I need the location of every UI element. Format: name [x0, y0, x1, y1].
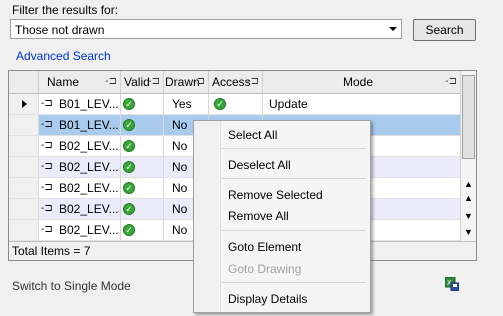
- menu-separator: [222, 230, 366, 231]
- row-selector[interactable]: [9, 199, 39, 219]
- cell-name: B02_LEV...: [59, 157, 121, 177]
- column-mode-label: Mode: [343, 75, 374, 89]
- cell-name: B02_LEV...: [59, 136, 121, 156]
- row-selector[interactable]: [9, 220, 39, 240]
- cell-valid: ✓: [121, 220, 164, 240]
- current-row-arrow-icon: [22, 100, 27, 108]
- scroll-top-icon[interactable]: ▲: [464, 179, 473, 189]
- pin-icon[interactable]: -⊐: [105, 71, 117, 93]
- filter-selected-value: Those not drawn: [15, 23, 105, 37]
- cell-access: ✓: [209, 94, 263, 114]
- cell-name: B02_LEV...: [59, 220, 121, 240]
- scroll-down-icon[interactable]: ▼: [464, 211, 473, 221]
- cell-mode: Update: [269, 97, 308, 111]
- column-header-mode[interactable]: Mode -⊐: [263, 71, 460, 93]
- pin-icon[interactable]: -⊐: [41, 157, 53, 177]
- menu-item-remove-all[interactable]: Remove All: [228, 207, 289, 225]
- column-header-valid[interactable]: Valid -⊐: [121, 71, 164, 93]
- menu-item-deselect-all[interactable]: Deselect All: [228, 156, 291, 174]
- pin-icon[interactable]: -⊐: [247, 71, 259, 93]
- valid-check-icon: ✓: [123, 98, 135, 110]
- cell-valid: ✓: [121, 136, 164, 156]
- row-selector[interactable]: [9, 178, 39, 198]
- scrollbar-thumb[interactable]: [462, 75, 475, 159]
- menu-item-remove-selected[interactable]: Remove Selected: [228, 186, 323, 204]
- valid-check-icon: ✓: [123, 119, 135, 131]
- cell-name: B02_LEV...: [59, 199, 121, 219]
- pin-icon[interactable]: -⊐: [41, 94, 53, 114]
- valid-check-icon: ✓: [123, 161, 135, 173]
- filter-label: Filter the results for:: [12, 3, 119, 17]
- column-header-name[interactable]: Name -⊐: [39, 71, 121, 93]
- pin-icon[interactable]: -⊐: [41, 220, 53, 240]
- menu-icon-gutter: [194, 121, 221, 312]
- pin-icon[interactable]: -⊐: [41, 136, 53, 156]
- menu-separator: [222, 178, 366, 179]
- vertical-scrollbar[interactable]: ▲ ▲ ▼ ▼: [460, 71, 476, 241]
- menu-item-goto-drawing: Goto Drawing: [228, 262, 302, 276]
- valid-check-icon: ✓: [123, 182, 135, 194]
- switch-mode-link[interactable]: Switch to Single Mode: [12, 279, 131, 293]
- menu-separator: [222, 282, 366, 283]
- cell-valid: ✓: [121, 94, 164, 114]
- column-header-drawn[interactable]: Drawn -⊐: [164, 71, 209, 93]
- pin-icon[interactable]: -⊐: [41, 115, 53, 135]
- table-row[interactable]: -⊐ B01_LEV... ✓ Yes ✓ Update: [9, 94, 460, 115]
- scroll-bottom-icon[interactable]: ▼: [464, 227, 473, 237]
- menu-item-goto-element[interactable]: Goto Element: [228, 238, 301, 256]
- scroll-up-icon[interactable]: ▲: [464, 193, 473, 203]
- search-button[interactable]: Search: [413, 19, 476, 41]
- cell-valid: ✓: [121, 115, 164, 135]
- export-excel-icon[interactable]: X: [444, 276, 460, 292]
- column-name-label: Name: [47, 75, 80, 89]
- pin-icon[interactable]: -⊐: [148, 71, 160, 93]
- valid-check-icon: ✓: [123, 140, 135, 152]
- pin-icon[interactable]: -⊐: [193, 71, 205, 93]
- chevron-down-icon[interactable]: [389, 27, 397, 31]
- cell-drawn: Yes: [164, 94, 209, 114]
- column-access-label: Access: [212, 75, 251, 89]
- row-selector[interactable]: [9, 94, 39, 114]
- cell-name: B01_LEV...: [59, 94, 121, 114]
- pin-icon[interactable]: -⊐: [41, 199, 53, 219]
- advanced-search-link[interactable]: Advanced Search: [16, 49, 111, 63]
- pin-icon[interactable]: -⊐: [41, 178, 53, 198]
- column-valid-label: Valid: [124, 75, 150, 89]
- cell-valid: ✓: [121, 157, 164, 177]
- grid-header: Name -⊐ Valid -⊐ Drawn -⊐ Access -⊐ Mode…: [9, 71, 460, 94]
- row-selector[interactable]: [9, 136, 39, 156]
- row-selector[interactable]: [9, 115, 39, 135]
- column-header-access[interactable]: Access -⊐: [209, 71, 263, 93]
- cell-name: B01_LEV...: [59, 115, 121, 135]
- menu-item-select-all[interactable]: Select All: [228, 126, 277, 144]
- menu-item-display-details[interactable]: Display Details: [228, 290, 307, 308]
- context-menu: Select All Deselect All Remove Selected …: [193, 120, 371, 313]
- filter-dropdown[interactable]: Those not drawn: [10, 19, 402, 39]
- menu-separator: [222, 148, 366, 149]
- valid-check-icon: ✓: [123, 224, 135, 236]
- access-check-icon: ✓: [214, 98, 226, 110]
- valid-check-icon: ✓: [123, 203, 135, 215]
- cell-valid: ✓: [121, 178, 164, 198]
- row-selector[interactable]: [9, 157, 39, 177]
- cell-valid: ✓: [121, 199, 164, 219]
- pin-icon[interactable]: -⊐: [445, 71, 457, 93]
- cell-name: B02_LEV...: [59, 178, 121, 198]
- row-header-corner: [9, 71, 39, 93]
